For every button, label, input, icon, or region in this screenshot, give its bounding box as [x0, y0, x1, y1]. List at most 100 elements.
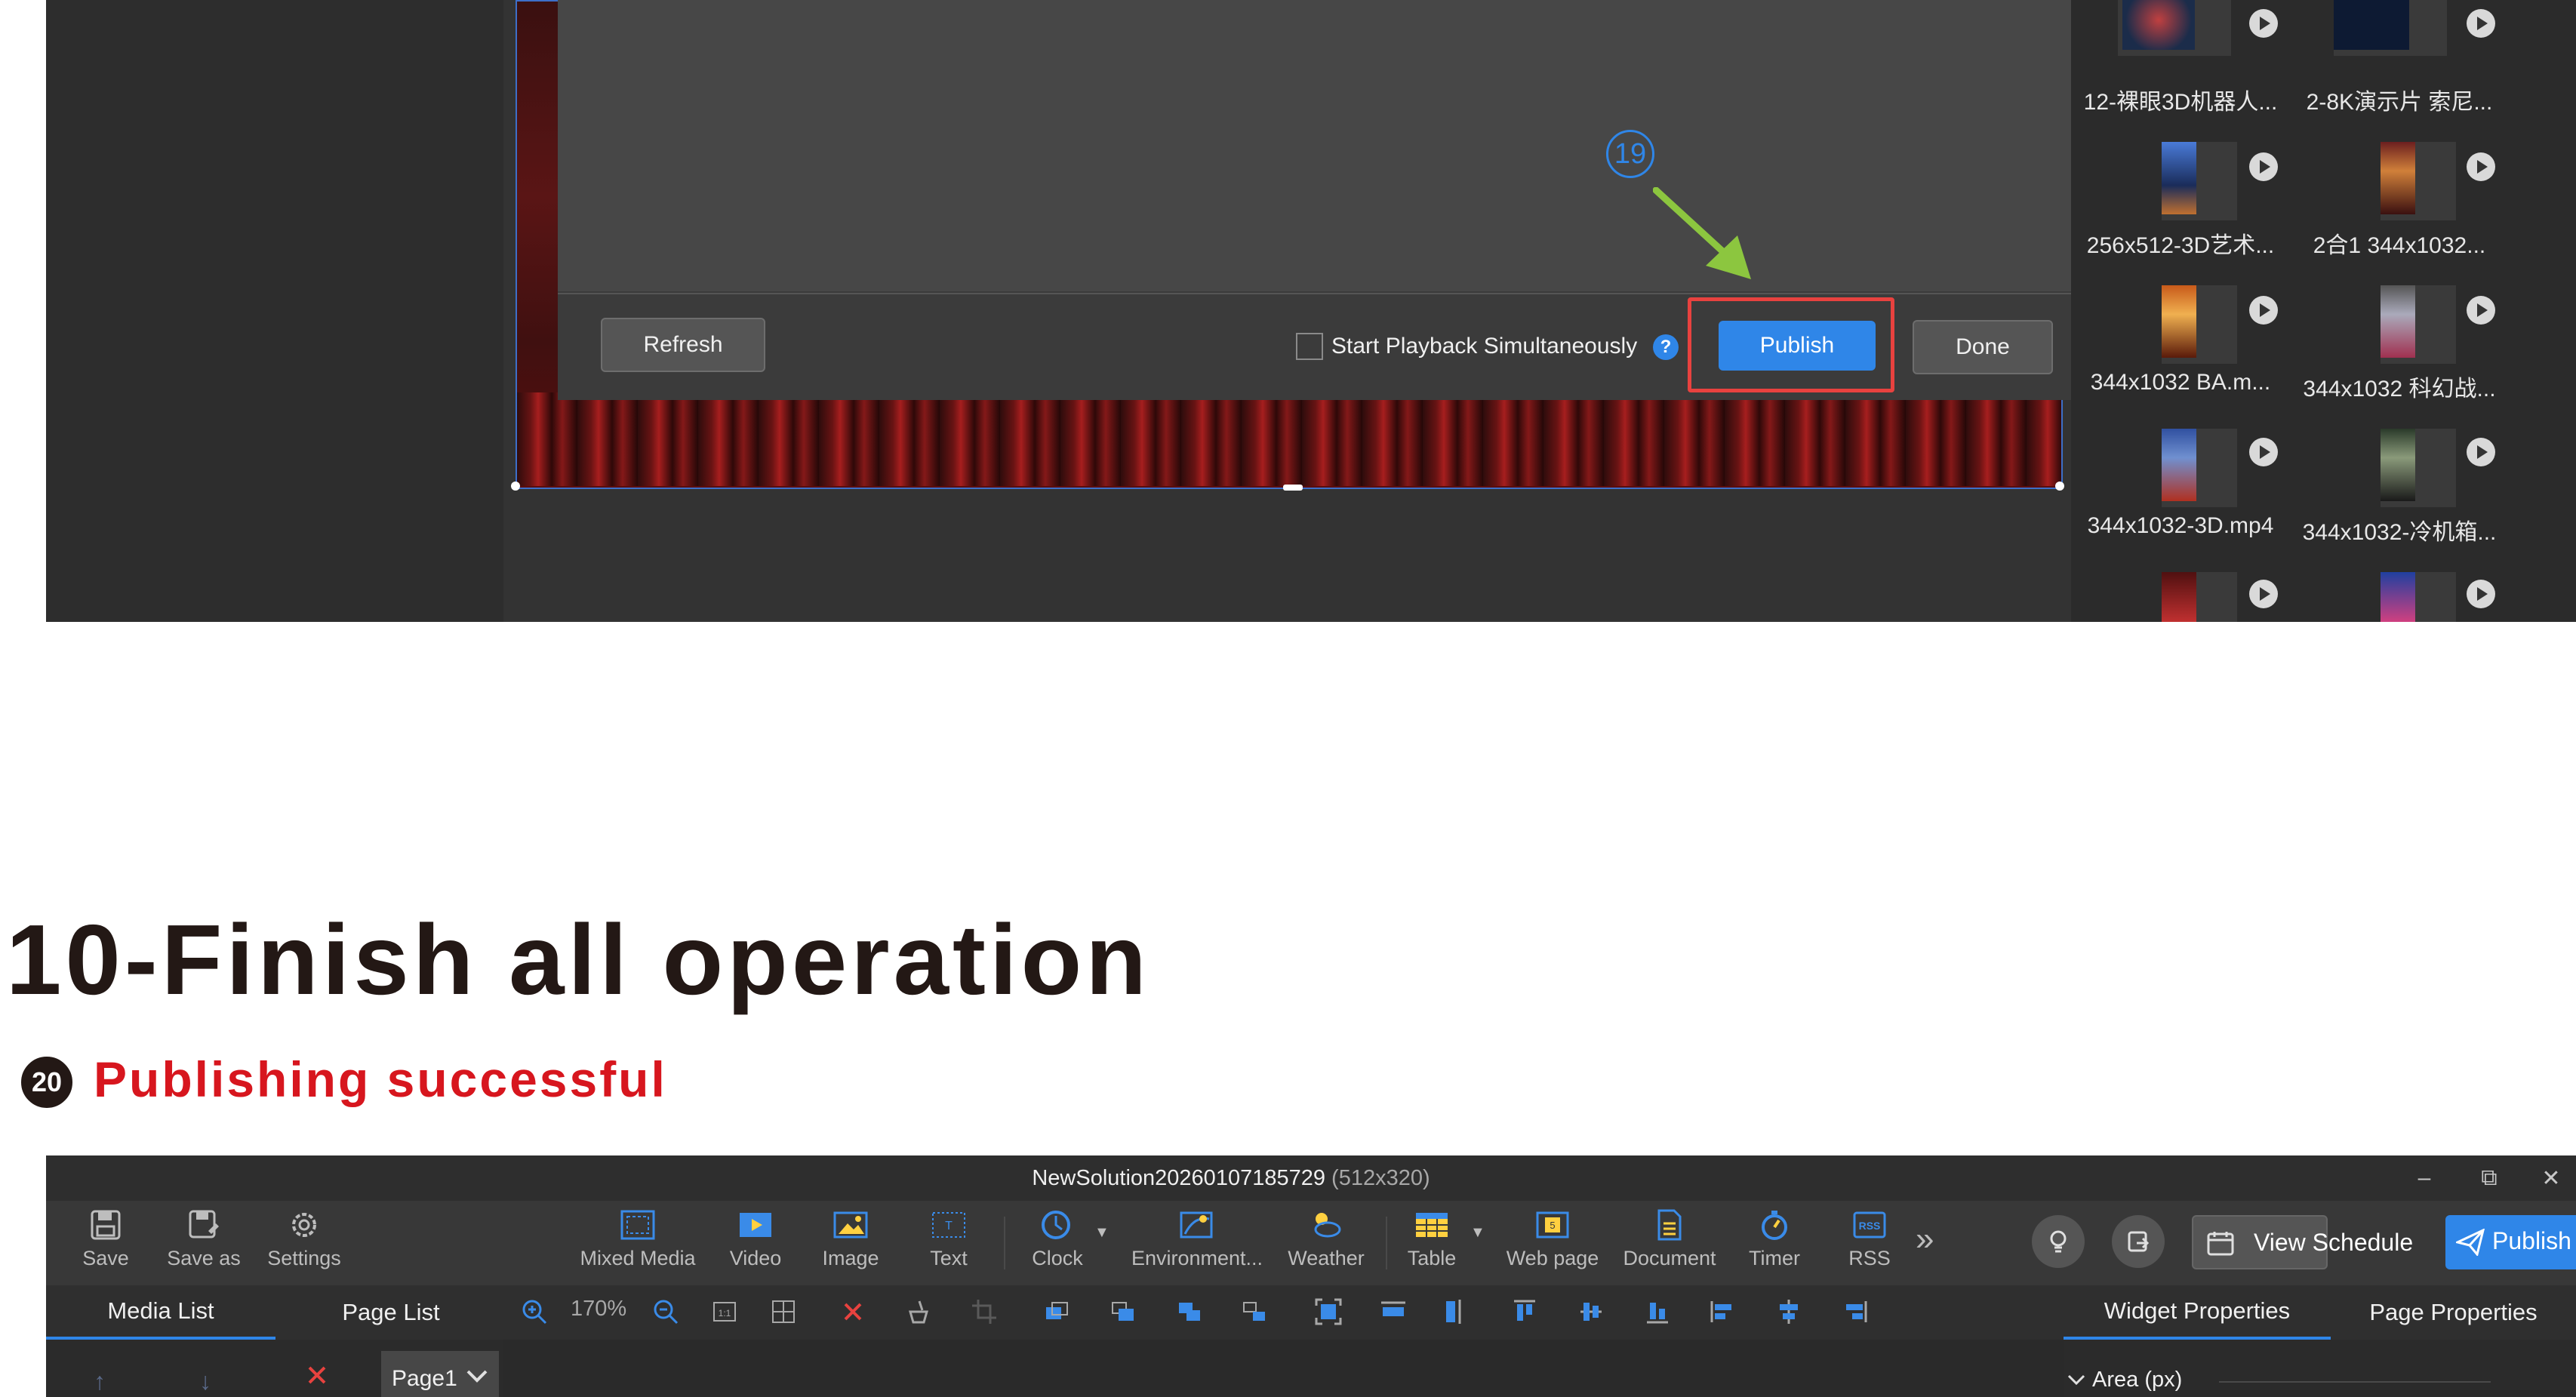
- media-caption: 12-裸眼3D机器人...: [2083, 90, 2278, 115]
- play-icon[interactable]: [2249, 152, 2278, 181]
- settings-button[interactable]: Settings: [263, 1208, 346, 1280]
- image-icon: [833, 1208, 869, 1242]
- preview-button[interactable]: [2032, 1215, 2085, 1268]
- media-thumbnail[interactable]: [2162, 429, 2237, 507]
- play-icon[interactable]: [2249, 438, 2278, 466]
- svg-text:T: T: [945, 1220, 953, 1232]
- mixed-media-button[interactable]: Mixed Media: [574, 1208, 702, 1280]
- rss-button[interactable]: RSS RSS: [1836, 1208, 1904, 1280]
- tab-page-list[interactable]: Page List: [275, 1285, 506, 1340]
- delete-icon[interactable]: [838, 1297, 868, 1327]
- align-left-icon[interactable]: [1707, 1297, 1737, 1327]
- media-thumbnail[interactable]: [2118, 0, 2231, 56]
- area-section-label: Area (px): [2092, 1368, 2183, 1392]
- play-icon[interactable]: [2467, 580, 2495, 608]
- send-backward-icon[interactable]: [1239, 1297, 1270, 1327]
- start-playback-checkbox[interactable]: [1296, 333, 1323, 360]
- chevron-down-icon[interactable]: [2067, 1374, 2086, 1387]
- minimize-icon[interactable]: –: [2409, 1163, 2439, 1193]
- section-divider: [2219, 1381, 2491, 1383]
- resize-handle[interactable]: [2055, 482, 2064, 491]
- media-thumbnail[interactable]: [2381, 142, 2456, 220]
- media-thumbnail[interactable]: [2162, 142, 2237, 220]
- clear-icon[interactable]: [903, 1297, 933, 1327]
- play-icon[interactable]: [2467, 152, 2495, 181]
- view-schedule-button[interactable]: View Schedule: [2192, 1215, 2413, 1269]
- media-thumbnail[interactable]: [2334, 0, 2447, 56]
- tab-page-properties[interactable]: Page Properties: [2331, 1285, 2576, 1340]
- actual-size-icon[interactable]: 1:1: [709, 1297, 740, 1327]
- tab-media-list[interactable]: Media List: [46, 1285, 275, 1340]
- export-button[interactable]: [2112, 1215, 2165, 1268]
- close-icon[interactable]: ✕: [2536, 1163, 2566, 1193]
- save-as-button[interactable]: Save as: [166, 1208, 242, 1280]
- timer-label: Timer: [1749, 1247, 1800, 1269]
- align-bottom-icon[interactable]: [1642, 1297, 1673, 1327]
- environment-label: Environment...: [1131, 1247, 1263, 1269]
- play-icon[interactable]: [2467, 9, 2495, 38]
- bring-to-front-icon[interactable]: [1042, 1297, 1072, 1327]
- table-label: Table: [1407, 1247, 1457, 1269]
- text-icon: T: [931, 1208, 967, 1242]
- document-button[interactable]: Document: [1615, 1208, 1724, 1280]
- clock-label: Clock: [1032, 1247, 1083, 1269]
- remove-page-icon[interactable]: [305, 1363, 335, 1393]
- export-icon: [2128, 1231, 2150, 1252]
- play-icon[interactable]: [2467, 438, 2495, 466]
- clock-button[interactable]: Clock: [1023, 1208, 1091, 1280]
- left-panel: [46, 0, 503, 622]
- align-top-icon[interactable]: [1510, 1297, 1540, 1327]
- play-icon[interactable]: [2467, 296, 2495, 325]
- resize-handle[interactable]: [1283, 485, 1303, 491]
- page-tab[interactable]: Page1: [381, 1351, 499, 1397]
- image-button[interactable]: Image: [817, 1208, 885, 1280]
- move-up-icon[interactable]: ↑: [94, 1368, 106, 1395]
- step-20-marker: 20: [21, 1057, 72, 1108]
- timer-button[interactable]: Timer: [1740, 1208, 1808, 1280]
- bring-forward-icon[interactable]: [1174, 1297, 1205, 1327]
- media-thumbnail[interactable]: [2162, 285, 2237, 364]
- align-right-icon[interactable]: [1840, 1297, 1870, 1327]
- weather-button[interactable]: Weather: [1285, 1208, 1368, 1280]
- move-down-icon[interactable]: ↓: [199, 1368, 211, 1395]
- web-page-button[interactable]: 5 Web page: [1503, 1208, 1602, 1280]
- text-button[interactable]: T Text: [915, 1208, 983, 1280]
- align-center-icon[interactable]: [1774, 1297, 1804, 1327]
- media-thumbnail[interactable]: [2381, 429, 2456, 507]
- more-tools-icon[interactable]: »: [1916, 1223, 1934, 1256]
- document-label: Document: [1623, 1247, 1716, 1269]
- help-icon[interactable]: ?: [1653, 334, 1679, 360]
- play-icon[interactable]: [2249, 9, 2278, 38]
- fill-height-icon[interactable]: [1437, 1297, 1467, 1327]
- media-thumbnail[interactable]: [2381, 285, 2456, 364]
- fill-width-icon[interactable]: [1378, 1297, 1408, 1327]
- image-label: Image: [822, 1247, 879, 1269]
- solution-name: NewSolution20260107185729: [1032, 1166, 1325, 1190]
- play-icon[interactable]: [2249, 580, 2278, 608]
- full-screen-icon[interactable]: [1313, 1297, 1343, 1327]
- media-thumbnail[interactable]: [2162, 572, 2237, 622]
- done-button[interactable]: Done: [1913, 320, 2053, 374]
- table-button[interactable]: Table: [1398, 1208, 1466, 1280]
- restore-icon[interactable]: ⧉: [2474, 1163, 2504, 1193]
- resize-handle[interactable]: [511, 482, 520, 491]
- zoom-out-icon[interactable]: [651, 1297, 681, 1327]
- save-button[interactable]: Save: [75, 1208, 136, 1280]
- rss-icon: RSS: [1851, 1208, 1888, 1242]
- publish-toolbar-button[interactable]: Publish: [2445, 1215, 2576, 1269]
- publish-button[interactable]: Publish: [1719, 321, 1876, 371]
- environment-button[interactable]: Environment...: [1129, 1208, 1265, 1280]
- tab-widget-properties[interactable]: Widget Properties: [2064, 1285, 2331, 1340]
- fit-window-icon[interactable]: [768, 1297, 799, 1327]
- video-button[interactable]: Video: [722, 1208, 789, 1280]
- send-to-back-icon[interactable]: [1108, 1297, 1138, 1327]
- clock-dropdown-icon[interactable]: ▼: [1094, 1224, 1109, 1242]
- zoom-in-icon[interactable]: [519, 1297, 549, 1327]
- refresh-button[interactable]: Refresh: [601, 318, 765, 372]
- media-thumbnail[interactable]: [2381, 572, 2456, 622]
- crop-icon[interactable]: [969, 1297, 999, 1327]
- table-dropdown-icon[interactable]: ▼: [1470, 1224, 1485, 1242]
- step-19-marker: 19: [1606, 130, 1654, 178]
- play-icon[interactable]: [2249, 296, 2278, 325]
- align-middle-icon[interactable]: [1576, 1297, 1606, 1327]
